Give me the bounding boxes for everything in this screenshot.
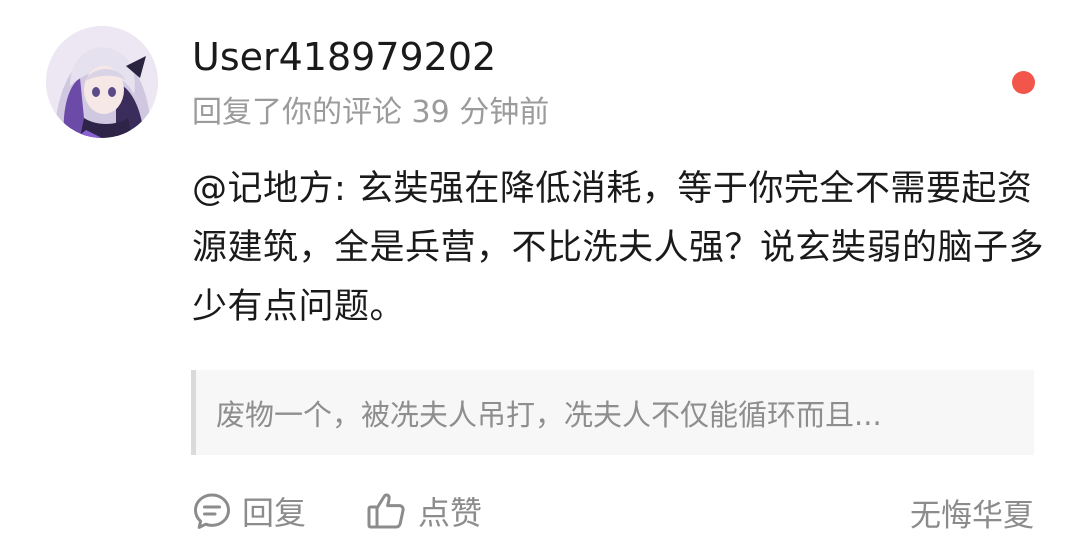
like-label: 点赞: [418, 494, 483, 532]
username[interactable]: User418979202: [192, 34, 496, 80]
source-name[interactable]: 无悔华夏: [910, 490, 1034, 535]
like-button[interactable]: 点赞: [366, 488, 482, 534]
quoted-comment[interactable]: 废物一个，被冼夫人吊打，冼夫人不仅能循环而且...: [191, 370, 1034, 455]
anime-girl-avatar-icon: [46, 26, 158, 138]
thumbs-up-icon: [367, 493, 405, 529]
chat-bubble-icon: [194, 493, 230, 529]
comment-meta: 回复了你的评论 39 分钟前: [192, 95, 550, 130]
unread-dot: [1012, 71, 1035, 94]
reply-label: 回复: [242, 494, 307, 532]
reply-text[interactable]: @记地方: 玄奘强在降低消耗，等于你完全不需要起资源建筑，全是兵营，不比洗夫人强…: [192, 160, 1052, 337]
reply-button[interactable]: 回复: [192, 488, 306, 534]
quoted-text: 废物一个，被冼夫人吊打，冼夫人不仅能循环而且...: [216, 397, 882, 432]
avatar[interactable]: [46, 26, 158, 138]
